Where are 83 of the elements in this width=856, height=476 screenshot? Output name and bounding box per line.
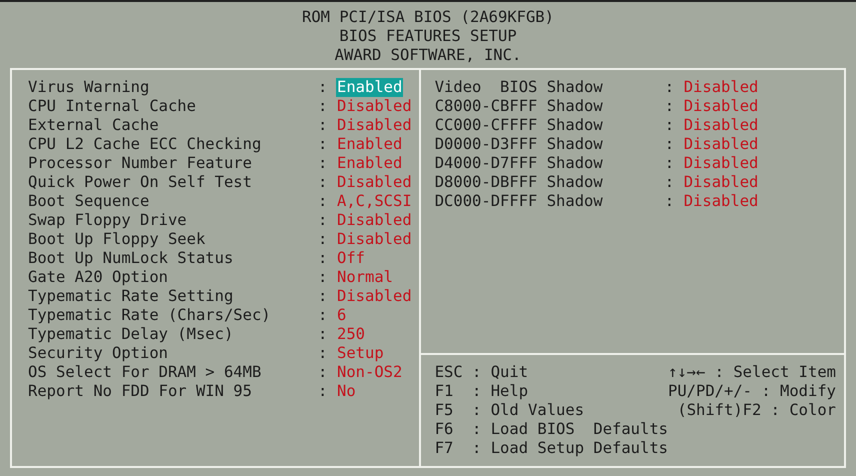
setting-label: CC000-CFFFF Shadow (434, 116, 604, 135)
colon-separator: : (318, 306, 328, 325)
setting-label: Typematic Rate Setting (28, 287, 234, 306)
help-text: F6 : Load BIOS Defaults (434, 420, 668, 439)
setting-value[interactable]: Disabled (336, 116, 413, 135)
setting-value[interactable]: Disabled (336, 173, 413, 192)
setting-value[interactable]: Disabled (336, 287, 413, 306)
colon-separator: : (664, 192, 676, 211)
setting-label: Virus Warning (28, 78, 150, 97)
header-title: BIOS FEATURES SETUP (339, 27, 517, 46)
setting-value[interactable]: Disabled (336, 211, 413, 230)
setting-value[interactable]: Enabled (336, 78, 404, 97)
colon-separator: : (318, 268, 328, 287)
setting-label: CPU L2 Cache ECC Checking (28, 135, 262, 154)
setting-label: Gate A20 Option (28, 268, 169, 287)
colon-separator: : (664, 135, 676, 154)
setting-label: D0000-D3FFF Shadow (434, 135, 604, 154)
setting-value[interactable]: Disabled (682, 154, 760, 173)
colon-separator: : (318, 325, 328, 344)
header-title: AWARD SOFTWARE, INC. (334, 46, 522, 65)
setting-label: D4000-D7FFF Shadow (434, 154, 604, 173)
setting-value[interactable]: Setup (336, 344, 385, 363)
setting-label: Quick Power On Self Test (28, 173, 253, 192)
setting-value[interactable]: Disabled (682, 192, 760, 211)
setting-value[interactable]: No (336, 382, 357, 401)
setting-value[interactable]: Disabled (682, 78, 760, 97)
setting-label: Security Option (28, 344, 169, 363)
setting-label: CPU Internal Cache (28, 97, 197, 116)
colon-separator: : (664, 154, 676, 173)
help-text: ESC : Quit (434, 363, 530, 382)
setting-label: Video BIOS Shadow (434, 78, 604, 97)
colon-separator: : (318, 78, 328, 97)
colon-separator: : (318, 249, 328, 268)
colon-separator: : (318, 173, 328, 192)
setting-value[interactable]: Disabled (682, 135, 760, 154)
setting-value[interactable]: Normal (336, 268, 394, 287)
setting-value[interactable]: Disabled (336, 97, 413, 116)
setting-value[interactable]: Enabled (336, 135, 404, 154)
setting-value[interactable]: A,C,SCSI (336, 192, 413, 211)
colon-separator: : (664, 173, 676, 192)
setting-value[interactable]: Disabled (682, 173, 760, 192)
colon-separator: : (318, 344, 328, 363)
colon-separator: : (318, 382, 328, 401)
help-text: F5 : Old Values (434, 401, 586, 420)
colon-separator: : (318, 211, 328, 230)
setting-value[interactable]: 250 (336, 325, 366, 344)
colon-separator: : (318, 287, 328, 306)
colon-separator: : (318, 230, 328, 249)
setting-label: Typematic Rate (Chars/Sec) (28, 306, 272, 325)
header-title: ROM PCI/ISA BIOS (2A69KFGB) (302, 8, 554, 27)
setting-label: OS Select For DRAM > 64MB (28, 363, 262, 382)
colon-separator: : (664, 78, 676, 97)
help-text: (Shift)F2 : Color (676, 401, 836, 420)
setting-value[interactable]: Enabled (336, 154, 404, 173)
colon-separator: : (318, 192, 328, 211)
setting-label: Boot Sequence (28, 192, 150, 211)
setting-label: DC000-DFFFF Shadow (434, 192, 604, 211)
setting-value[interactable]: Disabled (682, 116, 760, 135)
setting-label: Processor Number Feature (28, 154, 253, 173)
colon-separator: : (664, 116, 676, 135)
setting-label: Report No FDD For WIN 95 (28, 382, 253, 401)
setting-value[interactable]: 6 (336, 306, 348, 325)
colon-separator: : (318, 116, 328, 135)
colon-separator: : (318, 97, 328, 116)
help-text: ↑↓→← : Select Item (668, 363, 836, 382)
setting-label: Typematic Delay (Msec) (28, 325, 234, 344)
setting-value[interactable]: Disabled (336, 230, 413, 249)
setting-label: D8000-DBFFF Shadow (434, 173, 604, 192)
setting-label: External Cache (28, 116, 160, 135)
help-text: F7 : Load Setup Defaults (434, 439, 668, 458)
colon-separator: : (664, 97, 676, 116)
setting-label: Boot Up Floppy Seek (28, 230, 206, 249)
colon-separator: : (318, 135, 328, 154)
setting-value[interactable]: Disabled (682, 97, 760, 116)
colon-separator: : (318, 154, 328, 173)
help-text: F1 : Help (434, 382, 530, 401)
setting-label: C8000-CBFFF Shadow (434, 97, 604, 116)
setting-value[interactable]: Non-OS2 (336, 363, 404, 382)
colon-separator: : (318, 363, 328, 382)
help-text: PU/PD/+/- : Modify (668, 382, 836, 401)
setting-label: Swap Floppy Drive (28, 211, 188, 230)
setting-label: Boot Up NumLock Status (28, 249, 234, 268)
setting-value[interactable]: Off (336, 249, 366, 268)
